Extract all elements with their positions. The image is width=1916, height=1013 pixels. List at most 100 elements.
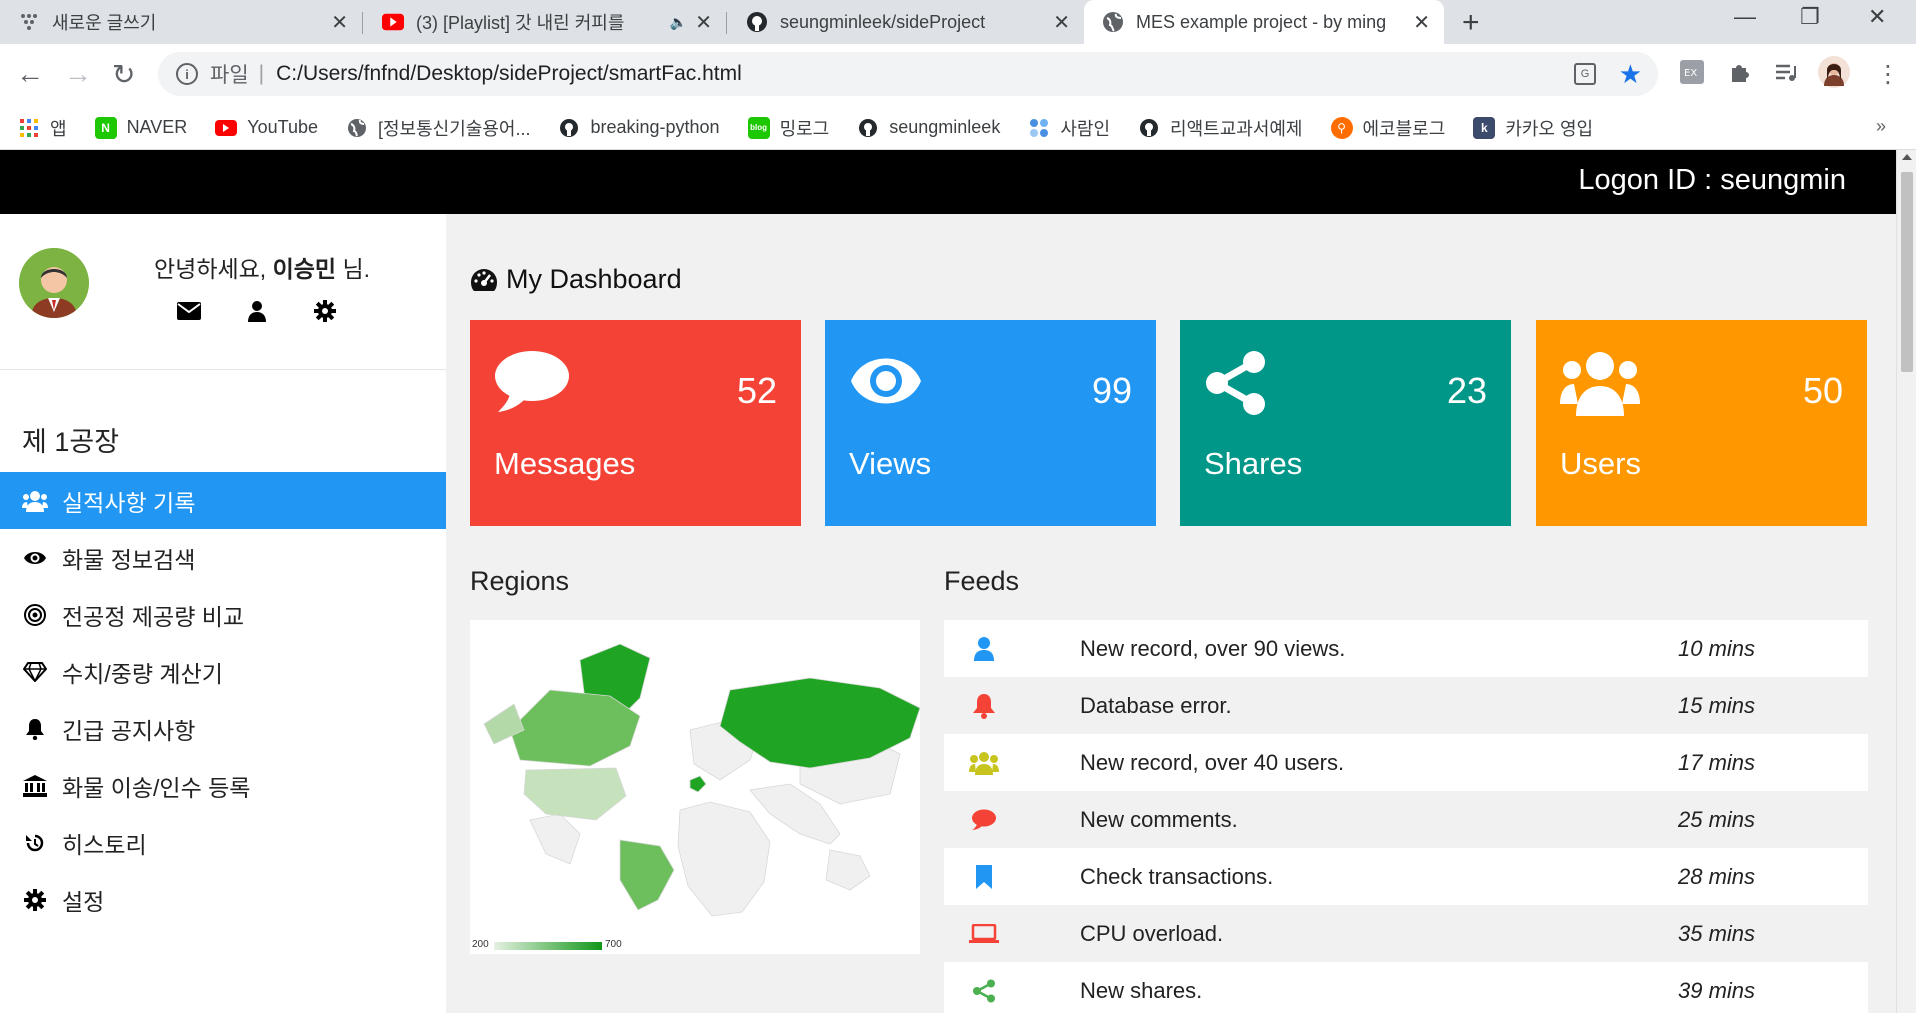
close-icon[interactable]: ✕ — [1053, 10, 1070, 35]
card-label: Messages — [494, 446, 636, 481]
tab-title: (3) [Playlist] 갓 내린 커피를 — [416, 13, 625, 33]
feed-time: 35 mins — [1678, 920, 1756, 946]
tab-playlist[interactable]: (3) [Playlist] 갓 내린 커피를 🔈 ✕ — [364, 0, 726, 44]
legend-min: 200 — [472, 939, 489, 950]
sidebar-item-performance[interactable]: 실적사항 기록 — [0, 472, 446, 529]
github-icon — [746, 11, 768, 33]
legend-gradient — [494, 942, 602, 950]
reload-button[interactable]: ↻ — [112, 58, 135, 91]
puzzle-icon[interactable] — [1728, 60, 1752, 89]
card-shares[interactable]: 23 Shares — [1180, 320, 1511, 526]
card-value: 52 — [736, 370, 777, 411]
maximize-button[interactable]: ❐ — [1800, 4, 1820, 30]
back-button[interactable]: ← — [16, 58, 44, 90]
card-label: Shares — [1204, 446, 1303, 481]
bookmark-apps[interactable]: 앱 — [18, 115, 67, 141]
feed-text: New record, over 90 views. — [1080, 635, 1346, 661]
feed-row[interactable]: New record, over 90 views. 10 mins — [944, 620, 1868, 677]
history-icon — [22, 830, 48, 856]
blog-icon: blog — [747, 116, 770, 139]
address-url[interactable]: C:/Users/fnfnd/Desktop/sideProject/smart… — [276, 62, 742, 86]
bookmark-breaking-python[interactable]: breaking-python — [558, 117, 720, 139]
bookmark-minglog[interactable]: blog 밍로그 — [747, 115, 829, 141]
sidebar-item-label: 화물 이송/인수 등록 — [62, 774, 251, 801]
bank-icon — [22, 773, 48, 799]
feed-row[interactable]: Database error. 15 mins — [944, 677, 1868, 734]
extension-icon[interactable]: EX — [1680, 60, 1704, 89]
close-window-button[interactable]: ✕ — [1868, 4, 1886, 30]
feeds-title: Feeds — [944, 566, 1020, 596]
bookmark-saramin[interactable]: 사람인 — [1028, 115, 1110, 141]
bookmark-label: YouTube — [247, 117, 318, 137]
scrollbar-thumb[interactable] — [1901, 172, 1913, 372]
close-icon[interactable]: ✕ — [695, 10, 712, 35]
profile-avatar[interactable] — [1818, 56, 1850, 93]
vertical-scrollbar[interactable] — [1896, 150, 1916, 1013]
address-bar[interactable]: i 파일 | C:/Users/fnfnd/Desktop/sideProjec… — [158, 52, 1658, 96]
feed-row[interactable]: New shares. 39 mins — [944, 962, 1868, 1013]
card-messages[interactable]: 52 Messages — [470, 320, 801, 526]
sidebar-item-settings[interactable]: 설정 — [0, 871, 446, 928]
eye-icon — [849, 356, 923, 411]
feed-row[interactable]: New record, over 40 users. 17 mins — [944, 734, 1868, 791]
minimize-button[interactable]: — — [1734, 4, 1756, 30]
bookmark-seungminleek[interactable]: seungminleek — [857, 117, 1000, 139]
feed-row[interactable]: Check transactions. 28 mins — [944, 848, 1868, 905]
sidebar-item-cargo-search[interactable]: 화물 정보검색 — [0, 529, 446, 586]
bookmark-react-examples[interactable]: 리액트교과서예제 — [1138, 115, 1303, 141]
bookmark-ecoblog[interactable]: ⚲ 에코블로그 — [1330, 115, 1445, 141]
cog-icon[interactable] — [312, 298, 338, 324]
bookmark-label: 앱 — [50, 118, 67, 139]
bookmark-ict-terms[interactable]: [정보통신기술용어... — [346, 115, 530, 141]
info-icon[interactable]: i — [176, 63, 198, 85]
user-name: 이승민 — [272, 256, 337, 282]
close-icon[interactable]: ✕ — [1413, 10, 1430, 35]
tab-mes-project[interactable]: MES example project - by ming ✕ — [1084, 0, 1444, 44]
sidebar-item-notices[interactable]: 긴급 공지사항 — [0, 700, 446, 757]
card-users[interactable]: 50 Users — [1536, 320, 1867, 526]
browser-toolbar: ← → ↻ i 파일 | C:/Users/fnfnd/Desktop/side… — [0, 44, 1916, 106]
eye-icon — [22, 545, 48, 571]
address-scheme: 파일 — [210, 64, 249, 87]
feed-row[interactable]: New comments. 25 mins — [944, 791, 1868, 848]
sidebar-item-process-compare[interactable]: 전공정 제공량 비교 — [0, 586, 446, 643]
feed-row[interactable]: CPU overload. 35 mins — [944, 905, 1868, 962]
card-value: 23 — [1446, 370, 1487, 411]
sidebar-item-label: 긴급 공지사항 — [62, 717, 196, 744]
forward-button[interactable]: → — [64, 58, 92, 90]
bookmark-kakao[interactable]: k 카카오 영입 — [1473, 115, 1593, 141]
translate-icon[interactable]: G — [1574, 63, 1596, 85]
bookmark-label: breaking-python — [590, 117, 720, 137]
greeting: 안녕하세요, 이승민 님. — [154, 256, 371, 282]
playlist-icon[interactable] — [1774, 60, 1798, 89]
bookmarks-more-button[interactable]: » — [1876, 116, 1886, 137]
bookmark-naver[interactable]: N NAVER — [94, 116, 187, 139]
svg-text:EX: EX — [1684, 68, 1697, 79]
scroll-up-icon[interactable] — [1902, 154, 1912, 160]
feed-time: 10 mins — [1678, 635, 1756, 661]
regions-map[interactable]: 200 700 — [470, 620, 921, 954]
card-views[interactable]: 99 Views — [825, 320, 1156, 526]
star-icon[interactable]: ★ — [1619, 59, 1642, 90]
envelope-icon[interactable] — [176, 298, 202, 324]
bookmark-label: seungminleek — [889, 117, 1001, 137]
bookmark-label: 리액트교과서예제 — [1170, 118, 1303, 139]
bookmark-youtube[interactable]: YouTube — [215, 117, 318, 139]
diamond-icon — [22, 659, 48, 685]
tab-new-post[interactable]: 새로운 글쓰기 ✕ — [0, 0, 362, 44]
world-map — [483, 643, 921, 917]
sidebar-item-calculator[interactable]: 수치/중량 계산기 — [0, 643, 446, 700]
bookmark-label: 사람인 — [1060, 118, 1111, 139]
sidebar-item-label: 설정 — [62, 888, 105, 915]
sidebar-item-label: 수치/중량 계산기 — [62, 660, 223, 687]
tab-github[interactable]: seungminleek/sideProject ✕ — [728, 0, 1084, 44]
user-icon[interactable] — [244, 298, 270, 324]
sidebar-item-transfer[interactable]: 화물 이송/인수 등록 — [0, 757, 446, 814]
users-icon — [964, 751, 1004, 775]
sidebar-item-history[interactable]: 히스토리 — [0, 814, 446, 871]
menu-icon[interactable]: ⋮ — [1876, 60, 1900, 89]
close-icon[interactable]: ✕ — [331, 10, 348, 35]
speaker-icon[interactable]: 🔈 — [670, 14, 687, 31]
feed-text: CPU overload. — [1080, 920, 1224, 946]
new-tab-button[interactable]: + — [1462, 6, 1480, 40]
